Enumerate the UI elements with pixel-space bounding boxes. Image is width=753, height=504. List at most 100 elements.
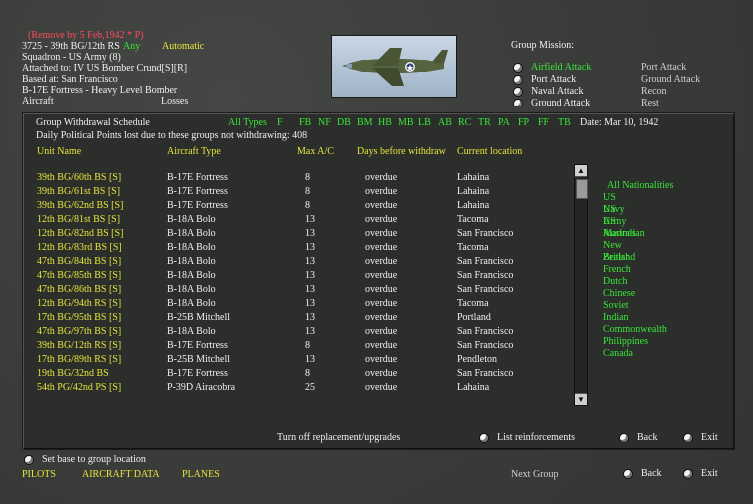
max-ac-cell: 13 bbox=[305, 228, 315, 239]
unit-name-cell: 12th BG/82nd BS [S] bbox=[37, 228, 124, 239]
filter-f[interactable]: F bbox=[277, 117, 283, 128]
aircraft-data-link[interactable]: AIRCRAFT DATA bbox=[82, 469, 160, 480]
col-unit-name[interactable]: Unit Name bbox=[37, 146, 81, 157]
set-base-button[interactable]: Set base to group location bbox=[24, 453, 146, 467]
losses-column-label: Losses bbox=[161, 96, 189, 104]
scroll-thumb[interactable] bbox=[576, 179, 588, 199]
location-cell: San Francisco bbox=[457, 340, 514, 351]
table-row[interactable]: 47th BG/97th BS [S] B-18A Bolo 13 overdue Sa… bbox=[23, 325, 568, 339]
aircraft-type-cell: B-18A Bolo bbox=[167, 298, 216, 309]
table-row[interactable]: 12th BG/82nd BS [S] B-18A Bolo 13 overdue Sa… bbox=[23, 227, 568, 241]
filter-fb[interactable]: FB bbox=[299, 117, 311, 128]
mission-naval-attack[interactable]: Naval Attack bbox=[513, 86, 583, 98]
nationality-item[interactable]: Canada bbox=[603, 348, 633, 360]
filter-tr[interactable]: TR bbox=[478, 117, 491, 128]
list-scrollbar[interactable]: ▲ ▼ bbox=[574, 164, 588, 406]
pilots-link[interactable]: PILOTS bbox=[22, 469, 56, 480]
nationality-item[interactable]: British bbox=[603, 252, 630, 264]
table-row[interactable]: 54th PG/42nd PS [S] P-39D Airacobra 25 over… bbox=[23, 381, 568, 395]
attached-to[interactable]: Attached to: IV US Bomber Crund[S][R] bbox=[22, 63, 187, 74]
filter-nf[interactable]: NF bbox=[318, 117, 331, 128]
unit-name-cell: 54th PG/42nd PS [S] bbox=[37, 382, 122, 393]
filter-tb[interactable]: TB bbox=[558, 117, 571, 128]
aircraft-type-cell: B-17E Fortress bbox=[167, 340, 228, 351]
filter-lb[interactable]: LB bbox=[418, 117, 431, 128]
secondary-recon[interactable]: Recon bbox=[641, 86, 667, 97]
nationality-item[interactable]: Australian bbox=[603, 228, 645, 240]
exit-button[interactable]: Exit bbox=[683, 467, 718, 481]
table-row[interactable]: 19th BG/32nd BS B-17E Fortress 8 overdue San… bbox=[23, 367, 568, 381]
nationality-item[interactable]: French bbox=[603, 264, 631, 276]
table-row[interactable]: 39th BG/12th RS [S] B-17E Fortress 8 overdu… bbox=[23, 339, 568, 353]
filter-mb[interactable]: MB bbox=[398, 117, 414, 128]
nationality-item[interactable]: Indian bbox=[603, 312, 629, 324]
filter-bm[interactable]: BM bbox=[357, 117, 373, 128]
max-ac-cell: 8 bbox=[305, 172, 310, 183]
table-row[interactable]: 12th BG/83rd BS [S] B-18A Bolo 13 overdue Ta… bbox=[23, 241, 568, 255]
panel-exit-button[interactable]: Exit bbox=[683, 431, 718, 445]
max-ac-cell: 13 bbox=[305, 256, 315, 267]
table-row[interactable]: 47th BG/84th BS [S] B-18A Bolo 13 overdue Sa… bbox=[23, 255, 568, 269]
col-current-location[interactable]: Current location bbox=[457, 146, 522, 157]
turn-off-replacements[interactable]: Turn off replacement/upgrades bbox=[277, 432, 400, 443]
nationality-item[interactable]: Philippines bbox=[603, 336, 648, 348]
table-row[interactable]: 17th BG/95th BS [S] B-25B Mitchell 13 overd… bbox=[23, 311, 568, 325]
secondary-port-attack[interactable]: Port Attack bbox=[641, 62, 686, 73]
nationality-item[interactable]: Dutch bbox=[603, 276, 627, 288]
nationality-item[interactable]: Commonwealth bbox=[603, 324, 667, 336]
max-ac-cell: 13 bbox=[305, 242, 315, 253]
table-row[interactable]: 47th BG/85th BS [S] B-18A Bolo 13 overdue Sa… bbox=[23, 269, 568, 283]
table-row[interactable]: 47th BG/86th BS [S] B-18A Bolo 13 overdue Sa… bbox=[23, 283, 568, 297]
mission-airfield-attack[interactable]: Airfield Attack bbox=[513, 62, 591, 74]
aircraft-type-cell: B-18A Bolo bbox=[167, 242, 216, 253]
radio-icon bbox=[623, 468, 633, 479]
table-row[interactable]: 39th BG/62nd BS [S] B-17E Fortress 8 overdu… bbox=[23, 199, 568, 213]
table-row[interactable]: 12th BG/81st BS [S] B-18A Bolo 13 overdue Ta… bbox=[23, 213, 568, 227]
col-aircraft-type[interactable]: Aircraft Type bbox=[167, 146, 221, 157]
unit-title: 3725 - 39th BG/12th RS bbox=[22, 41, 120, 52]
next-group-link[interactable]: Next Group bbox=[511, 469, 559, 480]
radio-icon bbox=[24, 454, 34, 465]
scroll-up-icon[interactable]: ▲ bbox=[575, 165, 587, 177]
unit-name-cell: 47th BG/84th BS [S] bbox=[37, 256, 122, 267]
filter-hb[interactable]: HB bbox=[378, 117, 392, 128]
table-row[interactable]: 39th BG/61st BS [S] B-17E Fortress 8 overdu… bbox=[23, 185, 568, 199]
mission-ground-attack[interactable]: Ground Attack bbox=[513, 98, 590, 106]
planes-link[interactable]: PLANES bbox=[182, 469, 220, 480]
col-max-ac[interactable]: Max A/C bbox=[297, 146, 334, 157]
filter-pa[interactable]: PA bbox=[498, 117, 510, 128]
list-reinforcements-button[interactable]: List reinforcements bbox=[479, 431, 575, 445]
unit-name-cell: 12th BG/94th RS [S] bbox=[37, 298, 122, 309]
remove-by-note: (Remove by 5 Feb,1942 * P) bbox=[28, 30, 144, 41]
days-cell: overdue bbox=[365, 354, 398, 365]
nationality-item[interactable]: Soviet bbox=[603, 300, 629, 312]
filter-all-types[interactable]: All Types bbox=[228, 117, 267, 128]
filter-rc[interactable]: RC bbox=[458, 117, 471, 128]
filter-ff[interactable]: FF bbox=[538, 117, 549, 128]
table-row[interactable]: 39th BG/60th BS [S] B-17E Fortress 8 overdu… bbox=[23, 171, 568, 185]
secondary-rest[interactable]: Rest bbox=[641, 98, 659, 106]
scroll-down-icon[interactable]: ▼ bbox=[575, 393, 587, 405]
panel-back-button[interactable]: Back bbox=[619, 431, 658, 445]
nationality-item[interactable]: Chinese bbox=[603, 288, 635, 300]
nat-all[interactable]: All Nationalities bbox=[607, 180, 673, 192]
max-ac-cell: 13 bbox=[305, 326, 315, 337]
col-days-before[interactable]: Days before withdraw bbox=[357, 146, 446, 157]
filter-db[interactable]: DB bbox=[337, 117, 351, 128]
radio-icon bbox=[619, 432, 629, 443]
back-button[interactable]: Back bbox=[623, 467, 662, 481]
any-toggle[interactable]: Any bbox=[123, 41, 140, 52]
based-at: Based at: San Francisco bbox=[22, 74, 118, 85]
days-cell: overdue bbox=[365, 270, 398, 281]
radio-icon bbox=[513, 86, 523, 97]
unit-name-cell: 47th BG/85th BS [S] bbox=[37, 270, 122, 281]
automatic-toggle[interactable]: Automatic bbox=[162, 41, 204, 52]
table-row[interactable]: 17th BG/89th RS [S] B-25B Mitchell 13 overd… bbox=[23, 353, 568, 367]
secondary-ground-attack[interactable]: Ground Attack bbox=[641, 74, 700, 85]
filter-fp[interactable]: FP bbox=[518, 117, 529, 128]
filter-ab[interactable]: AB bbox=[438, 117, 452, 128]
mission-port-attack[interactable]: Port Attack bbox=[513, 74, 576, 86]
days-cell: overdue bbox=[365, 228, 398, 239]
b17-bomber-icon bbox=[342, 48, 448, 86]
table-row[interactable]: 12th BG/94th RS [S] B-18A Bolo 13 overdue Ta… bbox=[23, 297, 568, 311]
